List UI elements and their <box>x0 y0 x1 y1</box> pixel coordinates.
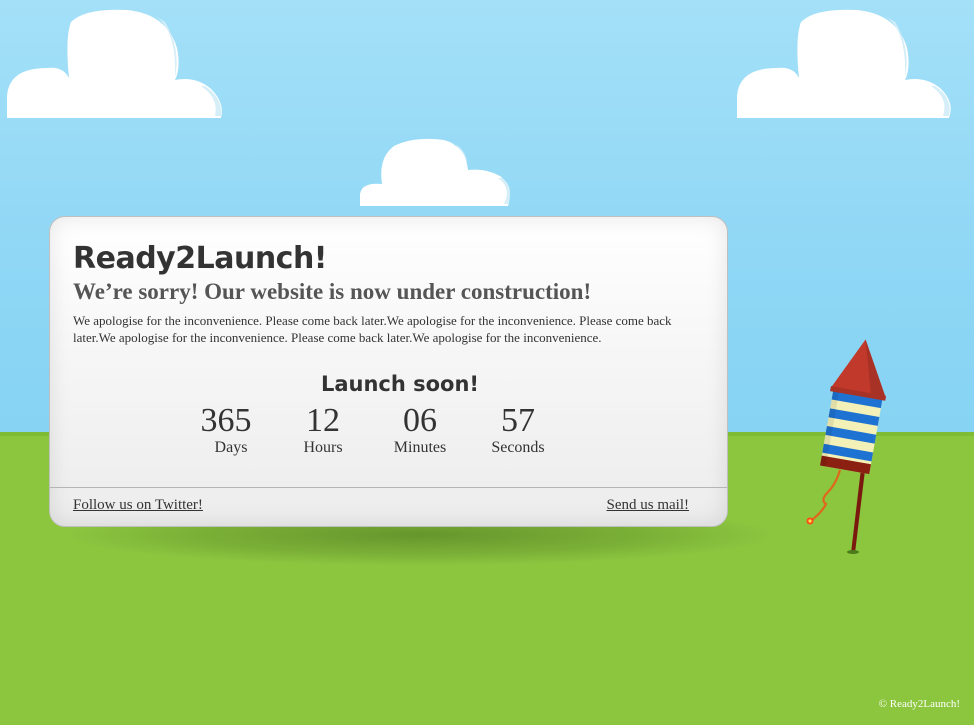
rocket-icon <box>806 339 887 554</box>
countdown-value: 57 <box>501 402 535 439</box>
countdown-value: 06 <box>403 402 437 439</box>
countdown-seconds: 57 Seconds <box>480 402 556 456</box>
brand-title: Ready2Launch! <box>73 241 328 276</box>
mail-link[interactable]: Send us mail! <box>607 497 690 514</box>
cloud-left <box>7 9 222 118</box>
twitter-link[interactable]: Follow us on Twitter! <box>73 497 203 514</box>
page-headline: We’re sorry! Our website is now under co… <box>73 279 592 304</box>
countdown-label: Hours <box>303 439 343 456</box>
countdown-days: 365 Days <box>190 402 262 456</box>
countdown-timer: 365 Days 12 Hours 06 Minutes 57 Seconds <box>50 402 729 462</box>
copyright-text: © Ready2Launch! <box>878 698 960 710</box>
countdown-label: Seconds <box>491 439 545 456</box>
countdown-value: 12 <box>306 402 340 439</box>
countdown-hours: 12 Hours <box>287 402 359 456</box>
countdown-value: 365 <box>200 402 252 439</box>
countdown-label: Days <box>214 439 248 456</box>
countdown-label: Minutes <box>393 439 447 456</box>
countdown-minutes: 06 Minutes <box>380 402 460 456</box>
card-divider <box>50 487 727 488</box>
cloud-right <box>737 9 951 118</box>
cloud-middle <box>360 138 510 206</box>
apology-message: We apologise for the inconvenience. Plea… <box>73 313 672 345</box>
countdown-title: Launch soon! <box>320 372 480 396</box>
announcement-card: Ready2Launch! We’re sorry! Our website i… <box>49 216 728 527</box>
